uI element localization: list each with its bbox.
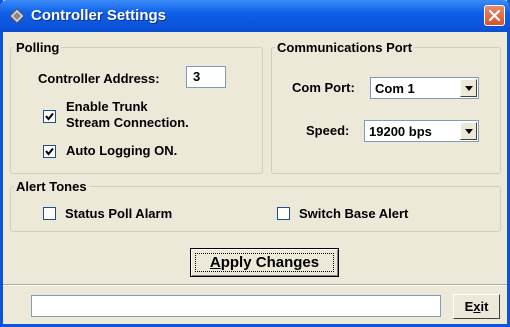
alert-tones-legend: Alert Tones <box>16 179 87 194</box>
controller-settings-window: Controller Settings Polling Controller A… <box>0 0 510 327</box>
communications-port-legend: Communications Port <box>277 40 413 55</box>
speed-value: 19200 bps <box>369 124 432 139</box>
apply-changes-button[interactable]: Apply Changes <box>190 248 339 277</box>
close-button[interactable] <box>484 5 505 26</box>
chevron-down-icon <box>465 86 473 91</box>
title-bar[interactable]: Controller Settings <box>0 0 510 32</box>
speed-dropdown-button[interactable] <box>460 122 477 140</box>
switch-base-alert-label: Switch Base Alert <box>299 206 409 221</box>
controller-address-input[interactable]: 3 <box>186 66 226 88</box>
com-port-label: Com Port: <box>292 80 355 95</box>
chevron-down-icon <box>465 129 473 134</box>
check-icon <box>45 112 54 121</box>
com-port-dropdown-button[interactable] <box>460 79 477 97</box>
wrench-gear-icon <box>9 8 25 24</box>
window-title: Controller Settings <box>31 7 167 24</box>
exit-button[interactable]: Exit <box>453 294 500 319</box>
enable-trunk-label-line2: Stream Connection. <box>66 115 189 130</box>
enable-trunk-label-line1: Enable Trunk <box>66 99 148 114</box>
status-poll-alarm-label: Status Poll Alarm <box>65 206 173 221</box>
exit-label: Exit <box>464 299 489 314</box>
enable-trunk-checkbox[interactable] <box>43 110 56 123</box>
apply-changes-label: Apply Changes <box>209 254 320 271</box>
close-icon <box>489 10 500 21</box>
com-port-select[interactable]: Com 1 <box>370 77 479 99</box>
speed-label: Speed: <box>306 123 350 138</box>
communications-port-group: Communications Port <box>271 40 501 174</box>
speed-select[interactable]: 19200 bps <box>364 120 479 142</box>
status-poll-alarm-checkbox[interactable] <box>43 207 56 220</box>
window-content: Polling Controller Address: 3 Enable Tru… <box>3 32 507 324</box>
check-icon <box>45 147 54 156</box>
auto-logging-checkbox[interactable] <box>43 145 56 158</box>
status-field[interactable] <box>31 295 441 317</box>
switch-base-alert-checkbox[interactable] <box>277 207 290 220</box>
com-port-value: Com 1 <box>375 81 415 96</box>
controller-address-label: Controller Address: <box>38 71 160 86</box>
polling-legend: Polling <box>16 40 60 55</box>
separator <box>3 284 507 286</box>
auto-logging-label: Auto Logging ON. <box>66 143 178 158</box>
